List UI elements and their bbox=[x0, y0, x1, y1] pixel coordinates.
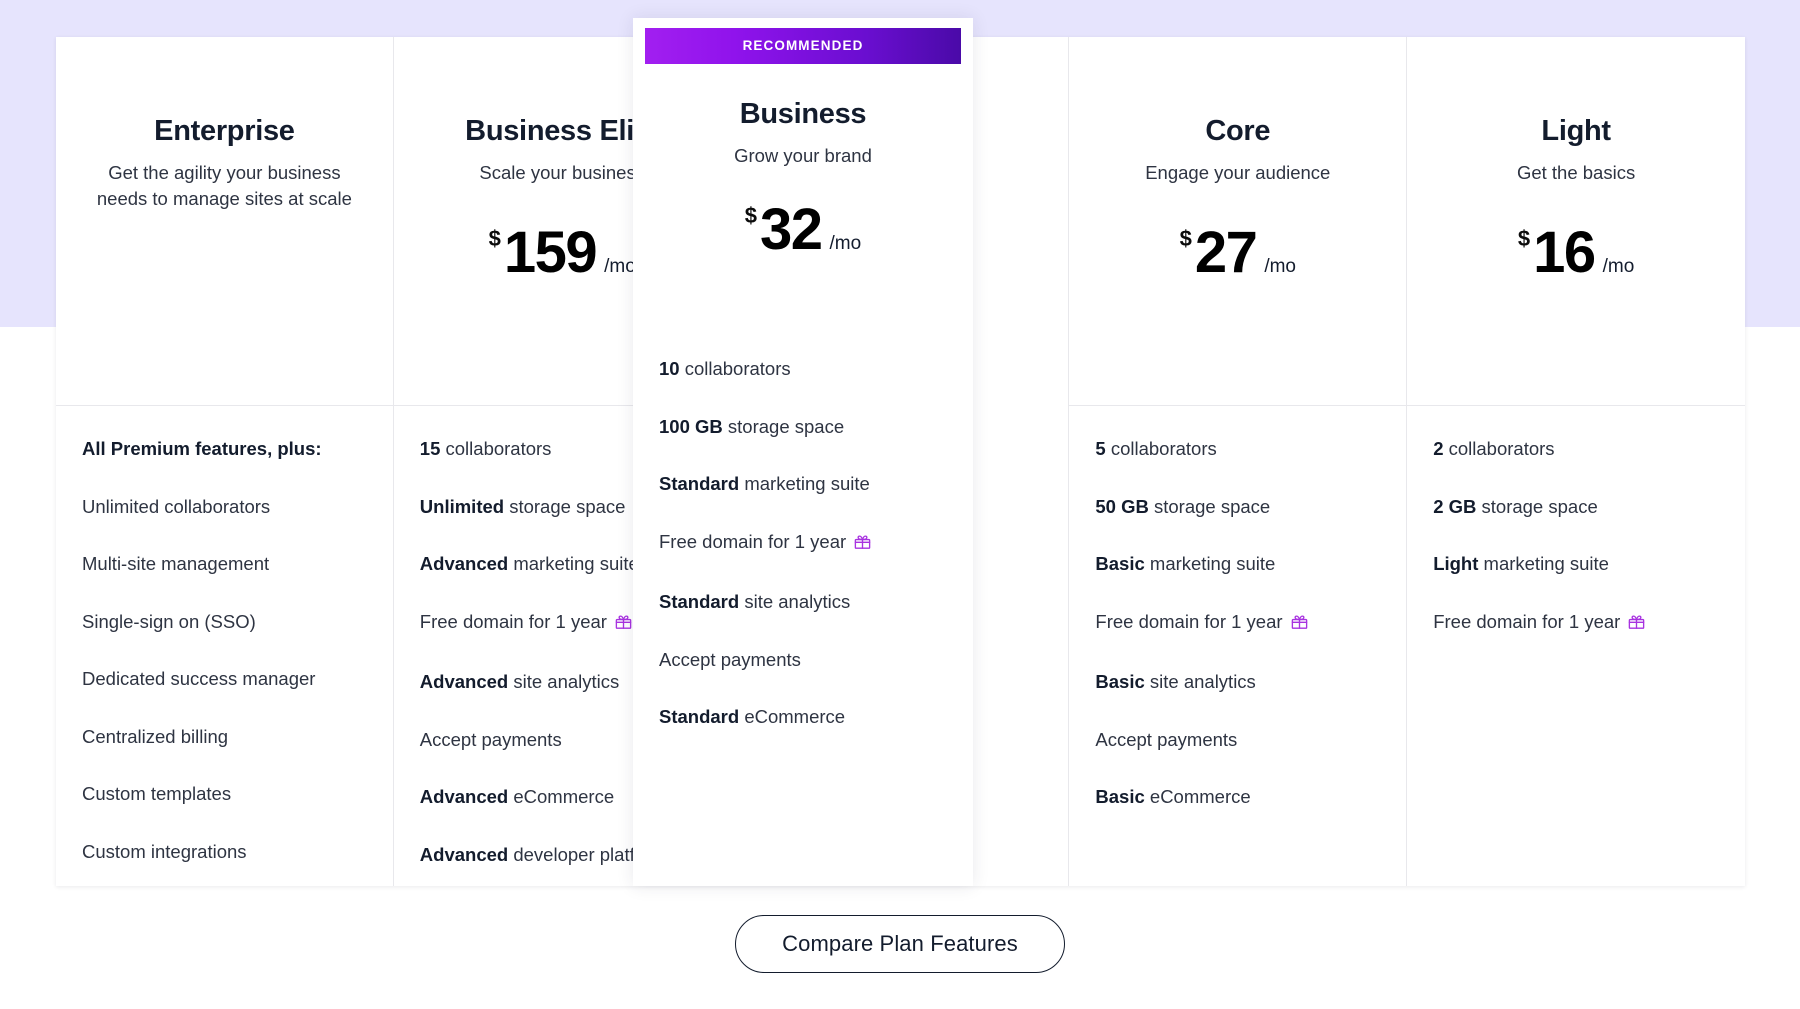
currency-symbol: $ bbox=[744, 203, 758, 229]
plan-card-enterprise[interactable]: Enterprise Get the agility your business … bbox=[56, 37, 394, 886]
feature-item: Free domain for 1 year bbox=[1433, 609, 1719, 638]
feature-item: Standard eCommerce bbox=[659, 706, 846, 728]
feature-item: Custom templates bbox=[82, 783, 232, 805]
price-period: /mo bbox=[1264, 256, 1297, 278]
feature-item: 100 GB storage space bbox=[659, 415, 845, 437]
price-period: /mo bbox=[829, 233, 862, 255]
price-period: /mo bbox=[1602, 256, 1635, 278]
feature-item: 10 collaborators bbox=[659, 358, 791, 379]
price-amount: 32 bbox=[760, 197, 823, 263]
plan-header: Light Get the basics $16/mo bbox=[1407, 115, 1745, 405]
plan-title-3: Core bbox=[1205, 115, 1271, 147]
plan-card-business[interactable]: RECOMMENDED Business Grow your brand $32/mo… bbox=[633, 18, 973, 886]
currency-symbol: $ bbox=[1179, 226, 1192, 252]
plan-tagline-0: Get the agility your business needs to m… bbox=[96, 162, 352, 210]
feature-item: 2 GB storage space bbox=[1433, 495, 1598, 517]
feature-item: Free domain for 1 year bbox=[1095, 609, 1380, 638]
price-amount: 16 bbox=[1533, 220, 1596, 286]
feature-item: Unlimited collaborators bbox=[82, 495, 271, 517]
currency-symbol: $ bbox=[1517, 226, 1531, 252]
plan-tagline-2: Grow your brand bbox=[734, 145, 872, 166]
currency-symbol: $ bbox=[488, 226, 501, 252]
feature-item: Basic site analytics bbox=[1095, 671, 1256, 693]
gift-icon bbox=[853, 532, 872, 558]
feature-item: Basic marketing suite bbox=[1095, 553, 1276, 575]
plan-tagline-4: Get the basics bbox=[1516, 162, 1636, 183]
feature-item: Custom integrations bbox=[82, 840, 247, 862]
plan-header: Enterprise Get the agility your business … bbox=[56, 115, 393, 405]
plan-feature-list-0: All Premium features, plus: Unlimited col… bbox=[56, 406, 393, 864]
plan-feature-list-4: 2 collaborators 2 GB storage space Light m… bbox=[1407, 406, 1745, 637]
feature-item: 5 collaborators bbox=[1095, 438, 1217, 459]
feature-item: 50 GB storage space bbox=[1095, 495, 1271, 517]
plan-title-0: Enterprise bbox=[154, 115, 295, 147]
compare-plan-features-button[interactable]: Compare Plan Features bbox=[735, 915, 1065, 973]
gift-icon bbox=[1290, 612, 1309, 638]
plan-card-light[interactable]: Light Get the basics $16/mo 2 collaborators… bbox=[1407, 37, 1745, 886]
price-amount: 159 bbox=[503, 220, 598, 286]
feature-item: Free domain for 1 year bbox=[659, 529, 947, 558]
compare-button-container: Compare Plan Features bbox=[0, 915, 1800, 973]
plan-title-4: Light bbox=[1541, 115, 1611, 147]
gift-icon bbox=[1627, 612, 1646, 638]
plan-tagline-3: Engage your audience bbox=[1145, 162, 1331, 183]
price-amount: 27 bbox=[1194, 220, 1258, 286]
feature-item: Dedicated success manager bbox=[82, 668, 316, 690]
feature-item: Accept payments bbox=[1095, 728, 1238, 750]
plan-title-2: Business bbox=[739, 98, 867, 130]
recommended-badge: RECOMMENDED bbox=[645, 28, 961, 64]
price-period: /mo bbox=[604, 256, 636, 278]
feature-item: Standard marketing suite bbox=[659, 473, 870, 495]
feature-item: All Premium features, plus: bbox=[82, 438, 322, 459]
feature-item: Centralized billing bbox=[82, 725, 229, 747]
gift-icon bbox=[614, 612, 633, 638]
plan-feature-list-3: 5 collaborators 50 GB storage space Basic … bbox=[1069, 406, 1406, 810]
plan-header: Core Engage your audience $27/mo bbox=[1069, 115, 1406, 405]
plan-card-core[interactable]: Core Engage your audience $27/mo 5 collabor… bbox=[1069, 37, 1408, 886]
feature-item: Single-sign on (SSO) bbox=[82, 610, 256, 632]
feature-item: 2 collaborators bbox=[1433, 438, 1555, 459]
feature-item: Light marketing suite bbox=[1433, 553, 1609, 575]
plan-price-4: $16/mo bbox=[1433, 224, 1719, 296]
feature-item: Standard site analytics bbox=[659, 591, 851, 613]
plan-price-3: $27/mo bbox=[1095, 224, 1380, 296]
feature-item: Basic eCommerce bbox=[1095, 786, 1251, 808]
feature-item: Accept payments bbox=[659, 648, 801, 670]
plan-header: RECOMMENDED Business Grow your brand $32/mo bbox=[633, 18, 973, 326]
plan-price-2: $32/mo bbox=[659, 201, 947, 273]
feature-item: Multi-site management bbox=[82, 553, 270, 575]
plan-feature-list-2: 10 collaborators 100 GB storage space Stan… bbox=[633, 326, 973, 730]
